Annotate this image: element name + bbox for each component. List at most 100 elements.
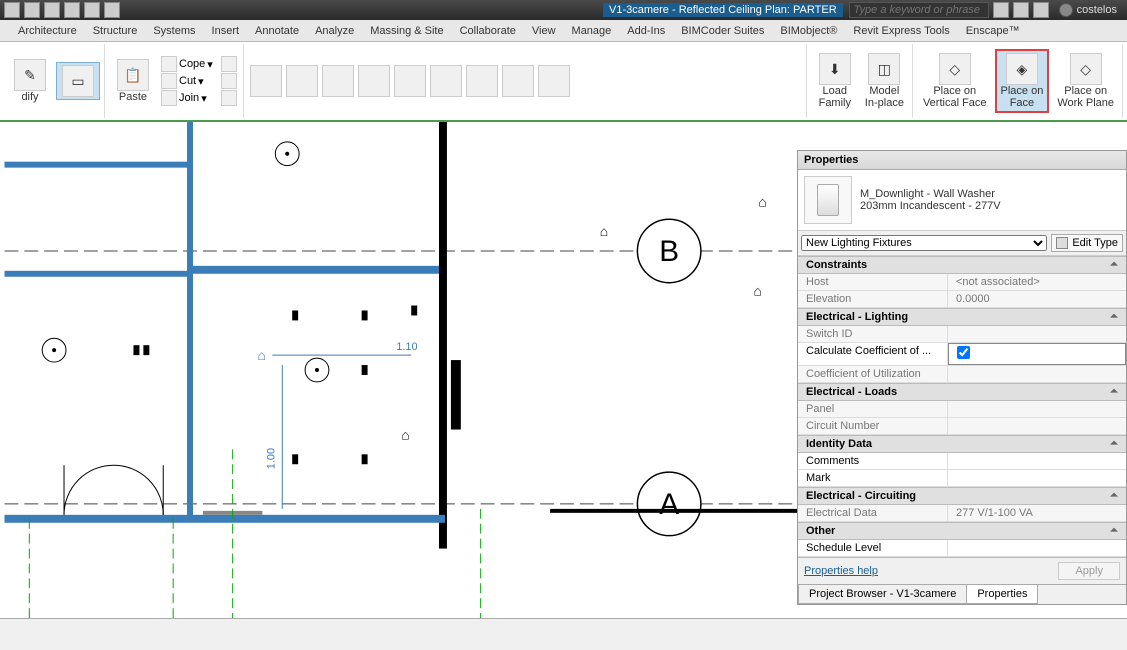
status-bar <box>0 618 1127 650</box>
draw-tool-1[interactable] <box>250 65 282 97</box>
prop-coef-k: Coefficient of Utilization <box>798 366 948 382</box>
prop-elev-k: Elevation <box>798 291 948 307</box>
draw-tool-2[interactable] <box>286 65 318 97</box>
model-inplace-button[interactable]: ◫Model In-place <box>861 51 908 111</box>
place-on-face-button[interactable]: ◈Place on Face <box>995 49 1050 113</box>
svg-text:⌂: ⌂ <box>758 193 766 209</box>
prop-sched-k: Schedule Level <box>798 540 948 556</box>
qat-print-icon[interactable] <box>104 2 120 18</box>
prop-mark-k: Mark <box>798 470 948 486</box>
place-vertical-face-button[interactable]: ◇Place on Vertical Face <box>919 51 991 111</box>
draw-tool-4[interactable] <box>358 65 390 97</box>
prop-elecdata-v: 277 V/1-100 VA <box>948 505 1126 521</box>
type-name: 203mm Incandescent - 277V <box>860 200 1001 212</box>
qat-open-icon[interactable] <box>44 2 60 18</box>
apply-button[interactable]: Apply <box>1058 562 1120 580</box>
prop-sched-v[interactable] <box>948 540 1126 556</box>
paste-button[interactable]: 📋Paste <box>111 57 155 105</box>
prop-circuit-v <box>948 418 1126 434</box>
draw-tool-5[interactable] <box>394 65 426 97</box>
menu-manage[interactable]: Manage <box>564 22 620 40</box>
draw-tool-9[interactable] <box>538 65 570 97</box>
section-other[interactable]: Other⏶ <box>798 522 1126 540</box>
properties-header: Properties <box>798 151 1126 170</box>
prop-comments-v[interactable] <box>948 453 1126 469</box>
svg-text:⌂: ⌂ <box>257 347 265 363</box>
prop-switch-v <box>948 326 1126 342</box>
draw-tool-3[interactable] <box>322 65 354 97</box>
prop-panel-v <box>948 401 1126 417</box>
cut-button[interactable]: Cut ▾ <box>159 73 215 89</box>
draw-tool-7[interactable] <box>466 65 498 97</box>
user-label[interactable]: costelos <box>1053 3 1123 17</box>
prop-comments-k: Comments <box>798 453 948 469</box>
grid-a: A <box>659 488 679 521</box>
svg-text:⌂: ⌂ <box>401 426 409 442</box>
menu-enscape[interactable]: Enscape™ <box>958 22 1028 40</box>
cope-button[interactable]: Cope ▾ <box>159 56 215 72</box>
key-icon[interactable] <box>1013 2 1029 18</box>
dim-2: 1.00 <box>265 448 277 469</box>
tool-a[interactable] <box>219 56 239 72</box>
menu-bimcoder[interactable]: BIMCoder Suites <box>673 22 772 40</box>
prop-coef-v <box>948 366 1126 382</box>
star-icon[interactable] <box>1033 2 1049 18</box>
section-elec-circ[interactable]: Electrical - Circuiting⏶ <box>798 487 1126 505</box>
edit-type-button[interactable]: Edit Type <box>1051 234 1123 252</box>
tool-b[interactable] <box>219 73 239 89</box>
menu-revitexpress[interactable]: Revit Express Tools <box>845 22 957 40</box>
menu-massing[interactable]: Massing & Site <box>362 22 451 40</box>
properties-panel: Properties M_Downlight - Wall Washer 203… <box>797 150 1127 605</box>
modify-button[interactable]: ✎dify <box>8 57 52 105</box>
draw-tool-6[interactable] <box>430 65 462 97</box>
family-name: M_Downlight - Wall Washer <box>860 188 1001 200</box>
prop-calc-k: Calculate Coefficient of ... <box>798 343 948 365</box>
prop-circuit-k: Circuit Number <box>798 418 948 434</box>
menu-collaborate[interactable]: Collaborate <box>452 22 524 40</box>
tool-c[interactable] <box>219 90 239 106</box>
ribbon: ✎dify ▭ 📋Paste Cope ▾ Cut ▾ Join ▾ ⬇Load… <box>0 42 1127 122</box>
document-title: V1-3camere - Reflected Ceiling Plan: PAR… <box>603 3 843 17</box>
properties-help-link[interactable]: Properties help <box>804 565 878 577</box>
qat-undo-icon[interactable] <box>64 2 80 18</box>
load-family-button[interactable]: ⬇Load Family <box>813 51 857 111</box>
draw-tool-8[interactable] <box>502 65 534 97</box>
prop-panel-k: Panel <box>798 401 948 417</box>
section-elec-light[interactable]: Electrical - Lighting⏶ <box>798 308 1126 326</box>
prop-calc-checkbox[interactable] <box>957 346 970 359</box>
dim-1: 1.10 <box>396 341 417 353</box>
title-bar: V1-3camere - Reflected Ceiling Plan: PAR… <box>0 0 1127 20</box>
svg-text:⌂: ⌂ <box>600 223 608 239</box>
prop-mark-v[interactable] <box>948 470 1126 486</box>
app-icon <box>4 2 20 18</box>
qat-redo-icon[interactable] <box>84 2 100 18</box>
select-button[interactable]: ▭ <box>56 62 100 100</box>
tab-project-browser[interactable]: Project Browser - V1-3camere <box>798 584 966 604</box>
menu-insert[interactable]: Insert <box>204 22 248 40</box>
menu-architecture[interactable]: Architecture <box>10 22 85 40</box>
menu-view[interactable]: View <box>524 22 564 40</box>
prop-elecdata-k: Electrical Data <box>798 505 948 521</box>
place-work-plane-button[interactable]: ◇Place on Work Plane <box>1053 51 1118 111</box>
prop-host-k: Host <box>798 274 948 290</box>
info-icon[interactable] <box>993 2 1009 18</box>
section-elec-loads[interactable]: Electrical - Loads⏶ <box>798 383 1126 401</box>
type-selector[interactable]: New Lighting Fixtures <box>801 235 1047 251</box>
qat-save-icon[interactable] <box>24 2 40 18</box>
prop-host-v: <not associated> <box>948 274 1126 290</box>
svg-text:⌂: ⌂ <box>753 283 761 299</box>
join-button[interactable]: Join ▾ <box>159 90 215 106</box>
section-constraints[interactable]: Constraints⏶ <box>798 256 1126 274</box>
search-input[interactable] <box>849 2 989 18</box>
menu-analyze[interactable]: Analyze <box>307 22 362 40</box>
prop-switch-k: Switch ID <box>798 326 948 342</box>
menu-systems[interactable]: Systems <box>145 22 203 40</box>
section-identity[interactable]: Identity Data⏶ <box>798 435 1126 453</box>
tab-properties[interactable]: Properties <box>966 584 1038 604</box>
menu-structure[interactable]: Structure <box>85 22 146 40</box>
menu-bimobject[interactable]: BIMobject® <box>772 22 845 40</box>
menu-annotate[interactable]: Annotate <box>247 22 307 40</box>
family-icon <box>804 176 852 224</box>
prop-elev-v: 0.0000 <box>948 291 1126 307</box>
menu-addins[interactable]: Add-Ins <box>619 22 673 40</box>
